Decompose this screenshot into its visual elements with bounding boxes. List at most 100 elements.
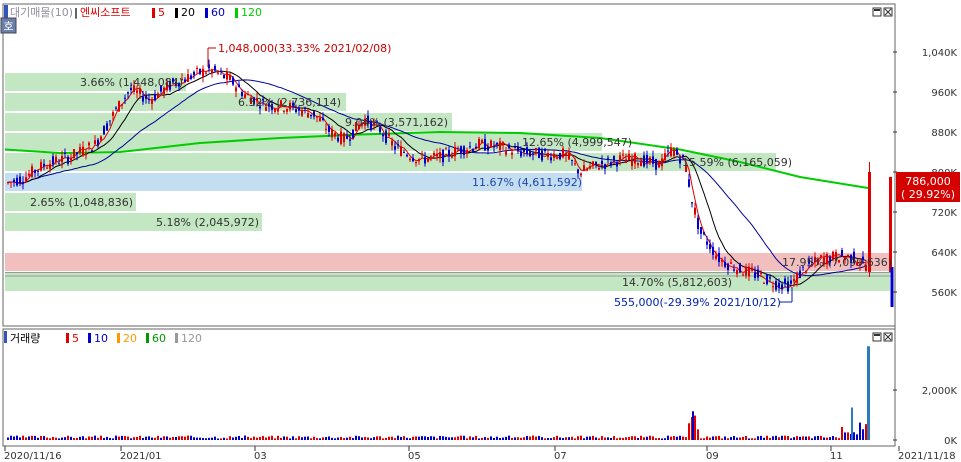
candle-body <box>343 133 345 143</box>
volume-bar <box>817 435 819 440</box>
candle-body <box>712 246 714 255</box>
candle-body <box>220 70 222 72</box>
volume-bar <box>634 436 636 440</box>
volume-bar <box>692 411 694 440</box>
volume-bar <box>391 436 393 440</box>
volume-bar <box>835 437 837 440</box>
candle-body <box>115 107 117 109</box>
volume-bar <box>508 435 510 440</box>
candle-body <box>781 284 783 290</box>
volume-bar <box>262 435 264 440</box>
candle-body <box>190 75 192 79</box>
volume-bar <box>202 437 204 440</box>
candle-body <box>448 149 450 157</box>
volume-bar <box>379 436 381 440</box>
volume-bar <box>76 437 78 440</box>
volume-tick-label: 2,000K <box>922 386 958 397</box>
volume-bar <box>541 437 543 440</box>
volume-bar <box>598 438 600 440</box>
candle-body <box>763 282 765 284</box>
candle-body <box>784 278 786 284</box>
ma-legend-label-5: 5 <box>158 6 165 19</box>
candle-body <box>37 170 39 172</box>
price-panel-close-button[interactable] <box>883 7 893 17</box>
candle-body <box>106 123 108 131</box>
volume-bar <box>16 435 18 440</box>
supply-zone-label-6: 11.67% (4,611,592) <box>472 176 582 189</box>
candle-body <box>385 130 387 143</box>
candle-body <box>646 155 648 163</box>
volume-bar <box>604 437 606 440</box>
candle-body <box>529 151 531 157</box>
candle-body <box>520 151 522 157</box>
volume-bar <box>742 436 744 440</box>
candle-body <box>751 269 753 271</box>
candle-body <box>616 162 618 167</box>
volume-bar <box>700 438 702 440</box>
volume-bar <box>559 437 561 440</box>
volume-bar <box>79 436 81 440</box>
volume-bar <box>709 437 711 440</box>
candle-body <box>331 129 333 138</box>
candle-body <box>415 161 417 164</box>
candle-body <box>631 158 633 166</box>
volume-bar <box>718 435 720 440</box>
volume-bar <box>721 438 723 440</box>
volume-bar <box>478 438 480 440</box>
candle-body <box>724 261 726 267</box>
volume-panel-close-button[interactable] <box>883 332 893 342</box>
volume-bar <box>820 435 822 440</box>
volume-bar <box>790 438 792 440</box>
volume-bar <box>823 437 825 440</box>
candle-body <box>721 260 723 262</box>
volume-bar <box>601 436 603 440</box>
volume-bar <box>568 437 570 440</box>
volume-panel-maximize-button[interactable] <box>872 332 882 342</box>
volume-bar <box>811 438 813 440</box>
volume-bar <box>325 437 327 440</box>
volume-ma-swatch-10 <box>88 333 91 343</box>
candle-body <box>466 150 468 153</box>
volume-bar <box>793 437 795 440</box>
candle-body <box>100 136 102 141</box>
candle-body <box>559 152 561 160</box>
volume-bar <box>517 437 519 440</box>
candle-body <box>13 179 15 183</box>
volume-bar <box>169 437 171 440</box>
candle-body <box>451 156 453 158</box>
volume-bar <box>733 436 735 440</box>
candle-body <box>217 72 219 74</box>
volume-bar <box>277 435 279 440</box>
volume-bar <box>673 436 675 440</box>
candle-body <box>316 116 318 118</box>
supply-zone-label-1: 3.66% (1,448,084) <box>80 76 183 89</box>
volume-bar <box>226 438 228 440</box>
candle-body <box>484 138 486 151</box>
volume-bar <box>361 437 363 440</box>
candle-body <box>112 112 114 116</box>
volume-bar <box>409 438 411 440</box>
volume-ma-label-120: 120 <box>181 332 202 345</box>
candle-body <box>148 98 150 100</box>
candle-body <box>775 281 777 290</box>
candle-body <box>418 158 420 162</box>
volume-bar <box>439 435 441 440</box>
stock-badge-text[interactable]: 호 <box>3 20 13 33</box>
volume-bar <box>223 437 225 440</box>
price-panel-maximize-button[interactable] <box>872 7 882 17</box>
volume-bar <box>583 438 585 440</box>
candle-body <box>697 217 699 230</box>
volume-bar <box>505 436 507 440</box>
volume-bar <box>814 436 816 440</box>
candle-body <box>628 153 630 161</box>
candle-body <box>565 152 567 156</box>
candle-body <box>430 156 432 158</box>
volume-bar <box>178 436 180 440</box>
volume-bar <box>229 436 231 440</box>
candle-body <box>403 151 405 153</box>
volume-bar <box>781 435 783 440</box>
volume-bar <box>679 435 681 440</box>
volume-bar <box>268 436 270 440</box>
volume-bar <box>301 437 303 440</box>
candle-body <box>490 140 492 147</box>
